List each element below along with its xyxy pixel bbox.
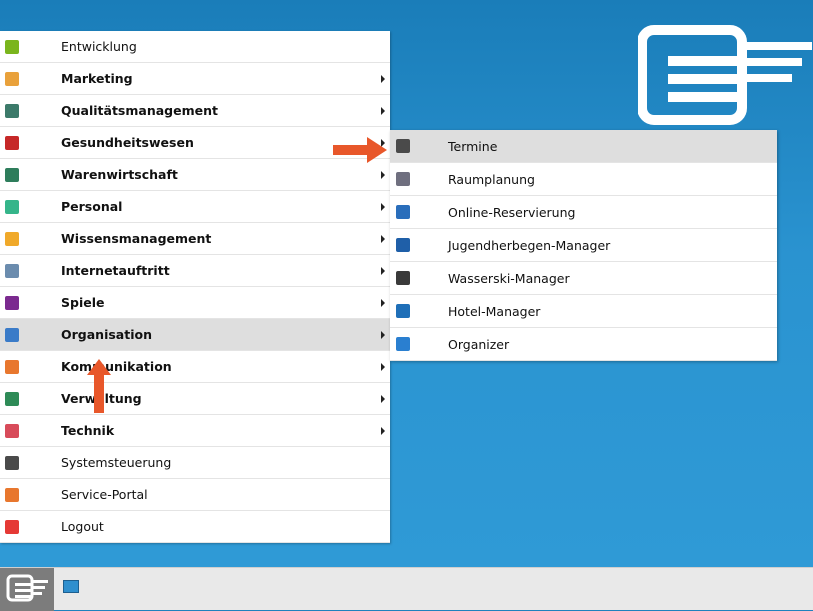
chat-icon (5, 360, 19, 374)
caduceus-icon (5, 136, 19, 150)
chevron-right-icon (381, 331, 385, 339)
menu-item-label: Organisation (61, 327, 152, 342)
menu-item-label: Internetauftritt (61, 263, 170, 278)
start-button[interactable] (0, 568, 54, 611)
room-icon (396, 172, 410, 186)
chevron-right-icon (381, 363, 385, 371)
menu-item-internetauftritt[interactable]: Internetauftritt (0, 255, 390, 287)
menu-item-label: Warenwirtschaft (61, 167, 178, 182)
menu-item-wissensmanagement[interactable]: Wissensmanagement (0, 223, 390, 255)
sparkle-icon (5, 40, 19, 54)
chevron-right-icon (381, 107, 385, 115)
start-logo-icon (6, 574, 48, 602)
submenu-item-label: Termine (448, 139, 498, 154)
globe-icon (5, 264, 19, 278)
submenu-item-label: Raumplanung (448, 172, 535, 187)
menu-item-label: Kommunikation (61, 359, 172, 374)
marketing-icon (5, 72, 19, 86)
chevron-right-icon (381, 427, 385, 435)
menu-item-label: Spiele (61, 295, 105, 310)
menu-item-personal[interactable]: Personal (0, 191, 390, 223)
menu-item-marketing[interactable]: Marketing (0, 63, 390, 95)
reservation-icon (396, 205, 410, 219)
hotel-icon (396, 304, 410, 318)
power-icon (5, 520, 19, 534)
menu-item-label: Technik (61, 423, 115, 438)
bed-icon (396, 238, 410, 252)
submenu-item-hotel-manager[interactable]: Hotel-Manager (390, 295, 777, 328)
people-icon (5, 200, 19, 214)
waterski-icon (396, 271, 410, 285)
service-icon (5, 488, 19, 502)
chevron-right-icon (381, 235, 385, 243)
organizer-icon (396, 337, 410, 351)
menu-item-organisation[interactable]: Organisation (0, 319, 390, 351)
menu-item-logout[interactable]: Logout (0, 511, 390, 543)
submenu-item-wasserski-manager[interactable]: Wasserski-Manager (390, 262, 777, 295)
book-icon (5, 232, 19, 246)
chevron-right-icon (381, 203, 385, 211)
app-logo-icon (638, 25, 812, 125)
organisation-icon (5, 328, 19, 342)
submenu-item-label: Jugendherbegen-Manager (448, 238, 611, 253)
chevron-right-icon (381, 171, 385, 179)
taskbar (0, 567, 813, 611)
menu-item-label: Wissensmanagement (61, 231, 212, 246)
chevron-right-icon (381, 395, 385, 403)
menu-item-label: Entwicklung (61, 39, 137, 54)
menu-item-qualitätsmanagement[interactable]: Qualitätsmanagement (0, 95, 390, 127)
menu-item-label: Gesundheitswesen (61, 135, 194, 150)
menu-item-service-portal[interactable]: Service-Portal (0, 479, 390, 511)
star-icon (5, 104, 19, 118)
menu-item-spiele[interactable]: Spiele (0, 287, 390, 319)
game-icon (5, 296, 19, 310)
desktop-window-icon[interactable] (63, 580, 79, 593)
gears-icon (5, 424, 19, 438)
menu-item-warenwirtschaft[interactable]: Warenwirtschaft (0, 159, 390, 191)
menu-item-technik[interactable]: Technik (0, 415, 390, 447)
menu-item-verwaltung[interactable]: Verwaltung (0, 383, 390, 415)
menu-item-gesundheitswesen[interactable]: Gesundheitswesen (0, 127, 390, 159)
submenu-item-label: Organizer (448, 337, 510, 352)
termine-icon (396, 139, 410, 153)
submenu-item-organizer[interactable]: Organizer (390, 328, 777, 361)
menu-item-label: Systemsteuerung (61, 455, 172, 470)
ledger-icon (5, 392, 19, 406)
submenu-item-jugendherbegen-manager[interactable]: Jugendherbegen-Manager (390, 229, 777, 262)
menu-item-label: Service-Portal (61, 487, 148, 502)
submenu-item-label: Wasserski-Manager (448, 271, 570, 286)
menu-item-label: Personal (61, 199, 123, 214)
sliders-icon (5, 456, 19, 470)
menu-item-kommunikation[interactable]: Kommunikation (0, 351, 390, 383)
menu-item-label: Marketing (61, 71, 133, 86)
chevron-right-icon (381, 299, 385, 307)
menu-item-label: Logout (61, 519, 104, 534)
menu-item-label: Qualitätsmanagement (61, 103, 218, 118)
money-icon (5, 168, 19, 182)
start-menu: Entwicklung Marketing Qualitätsmanagement G… (0, 31, 390, 543)
menu-item-entwicklung[interactable]: Entwicklung (0, 31, 390, 63)
hint-arrow-up-icon (87, 359, 111, 413)
submenu-item-label: Hotel-Manager (448, 304, 541, 319)
chevron-right-icon (381, 75, 385, 83)
menu-item-systemsteuerung[interactable]: Systemsteuerung (0, 447, 390, 479)
submenu-item-termine[interactable]: Termine (390, 130, 777, 163)
submenu-item-online-reservierung[interactable]: Online-Reservierung (390, 196, 777, 229)
submenu-item-label: Online-Reservierung (448, 205, 576, 220)
submenu-item-raumplanung[interactable]: Raumplanung (390, 163, 777, 196)
organisation-submenu: Termine Raumplanung Online-Reservierung Jug… (390, 130, 777, 361)
hint-arrow-right-icon (333, 137, 387, 163)
chevron-right-icon (381, 267, 385, 275)
